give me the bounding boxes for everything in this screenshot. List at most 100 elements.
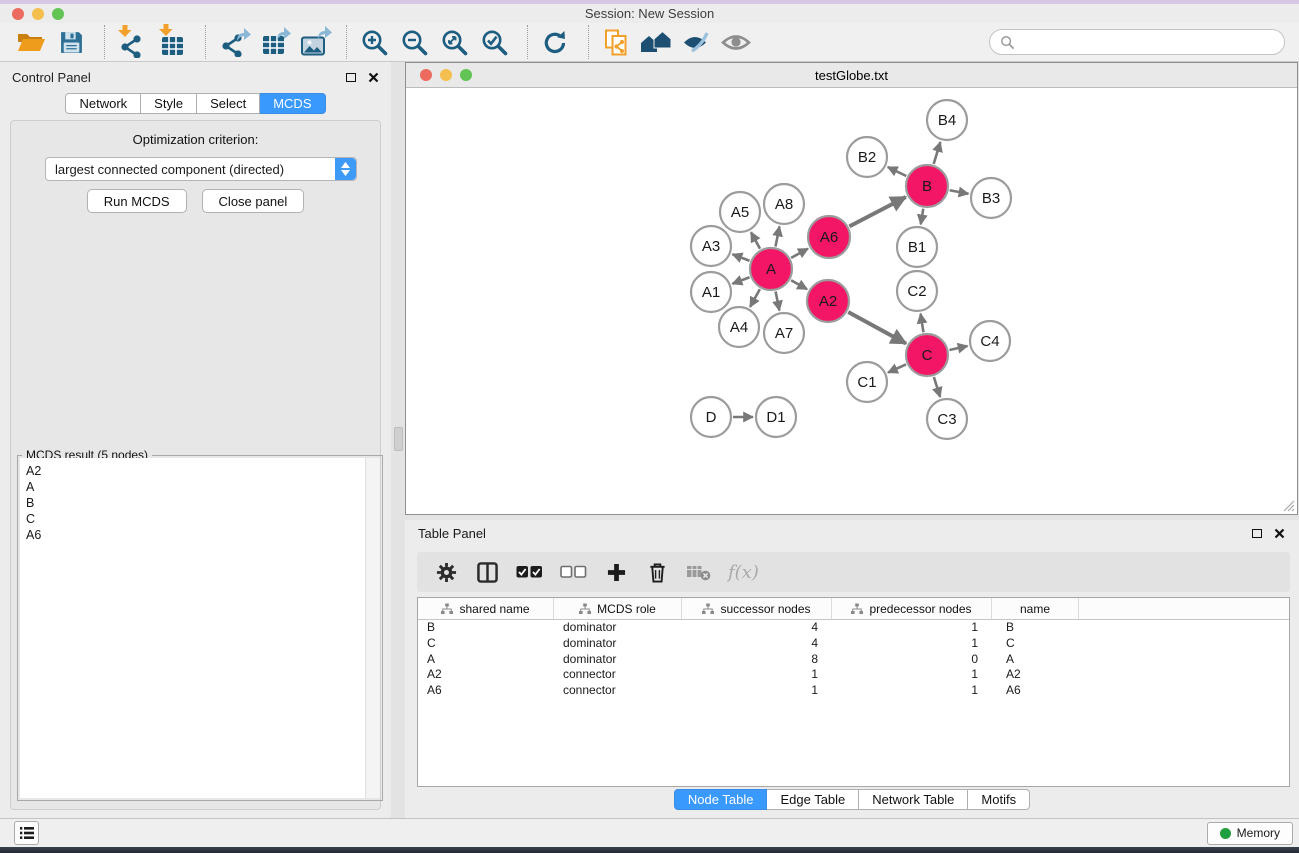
column-header-MCDS-role[interactable]: MCDS role [554,598,682,619]
hide-panel-button[interactable] [679,26,713,58]
graph-edge-A6-B[interactable] [849,197,905,226]
import-table-button[interactable] [155,26,189,58]
graph-node-label: B1 [908,239,926,256]
tab-mcds[interactable]: MCDS [260,93,325,114]
open-session-button[interactable] [14,26,48,58]
float-panel-icon[interactable] [346,73,356,82]
save-session-button[interactable] [54,26,88,58]
mcds-result-item[interactable]: B [26,495,380,511]
table-settings-button[interactable] [434,562,458,583]
import-network-button[interactable] [115,26,149,58]
graph-edge-A-A5[interactable] [751,232,760,249]
columns-icon [477,562,498,583]
criterion-value: largest connected component (directed) [46,162,335,177]
graph-node-label: A [766,261,776,278]
table-cell: dominator [554,652,682,668]
column-header-name[interactable]: name [992,598,1079,619]
export-network-button[interactable] [216,26,250,58]
search-input[interactable] [1021,35,1274,49]
table-row[interactable]: Bdominator41B [418,620,1289,636]
zoom-out-button[interactable] [397,26,431,58]
mcds-result-item[interactable]: A2 [26,463,380,479]
graph-edge-A-A7[interactable] [776,292,780,311]
graph-edge-B-B3[interactable] [950,190,969,194]
memory-button[interactable]: Memory [1207,822,1293,845]
zoom-in-button[interactable] [357,26,391,58]
run-mcds-button[interactable]: Run MCDS [87,189,187,213]
resize-grip-icon[interactable] [1282,499,1295,512]
tab-motifs[interactable]: Motifs [968,789,1030,810]
export-image-button[interactable] [296,26,330,58]
share-network-icon [120,34,144,58]
graph-node-label: A6 [820,229,838,246]
graph-edge-C-C2[interactable] [921,314,924,333]
plus-icon [607,563,626,582]
table-cell: C [992,636,1079,652]
select-all-rows-button[interactable] [516,565,543,579]
refresh-layout-button[interactable] [538,26,572,58]
graph-edge-A-A1[interactable] [732,277,749,284]
graph-edge-B-B2[interactable] [888,167,907,176]
graph-node-label: A3 [702,238,720,255]
graph-edge-C-C1[interactable] [888,364,906,372]
criterion-dropdown[interactable]: largest connected component (directed) [45,157,357,181]
table-cell: 1 [682,667,832,683]
show-panel-button[interactable] [719,26,753,58]
show-columns-button[interactable] [475,562,499,583]
home-view-button[interactable] [639,26,673,58]
memory-label: Memory [1237,826,1280,840]
export-arrow-icon [316,24,333,40]
table-row[interactable]: Cdominator41C [418,636,1289,652]
table-cell: dominator [554,620,682,636]
delete-table-button-disabled[interactable] [686,564,711,581]
mcds-result-item[interactable]: A [26,479,380,495]
network-graph[interactable]: B4B2BB3A8A5A6A3B1AC2A1A2A4A7C4CC1C3DD1 [406,88,1297,514]
export-table-button[interactable] [256,26,290,58]
table-row[interactable]: A2connector11A2 [418,667,1289,683]
attribute-tree-icon [702,603,714,615]
tab-node-table[interactable]: Node Table [674,789,768,810]
graph-node-label: B3 [982,190,1000,207]
column-header-shared-name[interactable]: shared name [418,598,554,619]
graph-edge-C-C3[interactable] [934,377,940,397]
graph-edge-A-A3[interactable] [732,254,749,261]
copy-network-button[interactable] [599,26,633,58]
graph-node-label: A4 [730,319,748,336]
close-panel-icon[interactable] [368,72,379,83]
graph-edge-A-A2[interactable] [791,280,807,289]
tab-network-table[interactable]: Network Table [859,789,968,810]
column-header-predecessor-nodes[interactable]: predecessor nodes [832,598,992,619]
deselect-all-rows-button[interactable] [560,565,587,579]
tab-network[interactable]: Network [65,93,141,114]
zoom-selected-button[interactable] [477,26,511,58]
close-panel-button[interactable]: Close panel [202,189,305,213]
graph-edge-A-A8[interactable] [776,227,780,247]
control-panel-title: Control Panel [12,70,91,85]
close-panel-icon[interactable] [1274,528,1285,539]
graph-node-label: D1 [766,409,785,426]
column-header-successor-nodes[interactable]: successor nodes [682,598,832,619]
tab-edge-table[interactable]: Edge Table [767,789,859,810]
splitpane-divider-grip[interactable] [394,427,403,451]
graph-edge-B-B1[interactable] [921,209,924,225]
float-panel-icon[interactable] [1252,529,1262,538]
graph-edge-A2-C[interactable] [848,312,906,343]
tab-select[interactable]: Select [197,93,260,114]
graph-edge-A-A6[interactable] [791,249,808,258]
create-column-button[interactable] [604,563,628,582]
table-cell: connector [554,667,682,683]
graph-edge-C-C4[interactable] [949,346,967,350]
graph-edge-A-A4[interactable] [750,289,760,307]
delete-column-button[interactable] [645,562,669,583]
mcds-result-item[interactable]: A6 [26,527,380,543]
result-scrollbar[interactable] [365,458,380,798]
task-history-button[interactable] [14,821,39,845]
tab-style[interactable]: Style [141,93,197,114]
table-row[interactable]: A6connector11A6 [418,683,1289,699]
table-row[interactable]: Adominator80A [418,652,1289,668]
mcds-result-item[interactable]: C [26,511,380,527]
function-builder-button-disabled[interactable]: f(x) [728,562,759,583]
open-folder-icon [17,30,46,55]
graph-edge-B-B4[interactable] [934,142,941,164]
zoom-fit-button[interactable] [437,26,471,58]
